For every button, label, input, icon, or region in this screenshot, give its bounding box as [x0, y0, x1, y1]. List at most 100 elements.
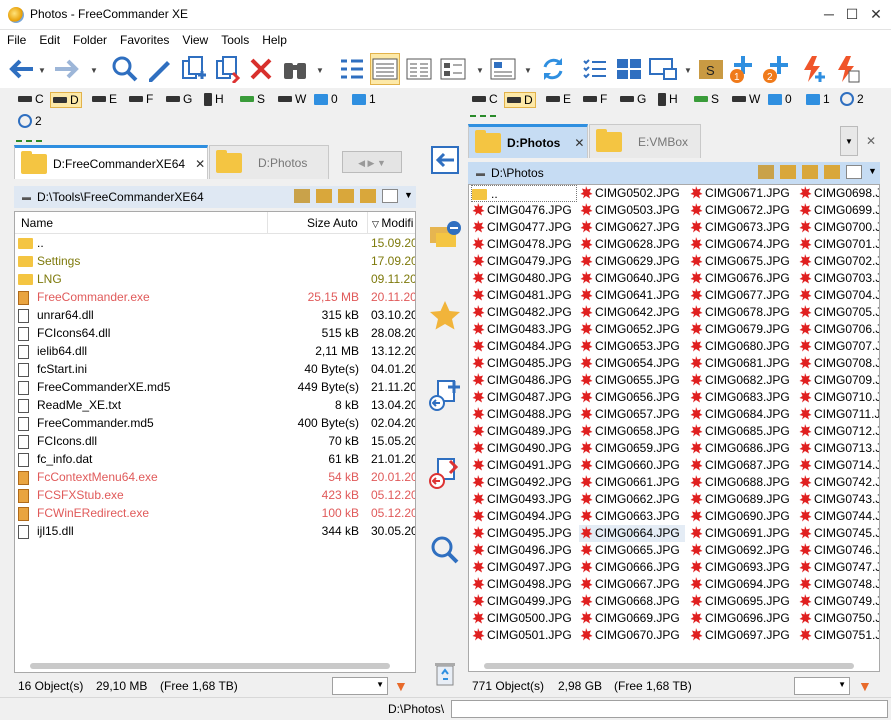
list-item[interactable]: CIMG0653.JPG	[579, 338, 680, 355]
close-tab-icon[interactable]: ✕	[574, 136, 584, 150]
path-expand-icon[interactable]: ▬	[22, 192, 31, 202]
parent-folder-icon[interactable]	[338, 189, 354, 203]
list-item[interactable]: CIMG0671.JPG	[689, 185, 790, 202]
list-item[interactable]: CIMG0487.JPG	[471, 389, 572, 406]
thumbnail-view-icon[interactable]	[438, 53, 468, 85]
list-item[interactable]: CIMG0641.JPG	[579, 287, 680, 304]
list-item[interactable]: CIMG0673.JPG	[689, 219, 790, 236]
copy-path-icon[interactable]	[846, 165, 862, 179]
list-item[interactable]: CIMG0745.JPG	[798, 525, 879, 542]
list-item[interactable]: CIMG0694.JPG	[689, 576, 790, 593]
list-item[interactable]: CIMG0662.JPG	[579, 491, 680, 508]
favorite-folder-icon[interactable]	[316, 189, 332, 203]
copy-path-icon[interactable]	[382, 189, 398, 203]
add-panel-2-icon[interactable]: 2	[762, 53, 792, 85]
layout-dropdown-icon[interactable]: ▼	[524, 66, 532, 75]
menu-file[interactable]: File	[0, 30, 32, 47]
list-item[interactable]: CIMG0667.JPG	[579, 576, 680, 593]
list-item[interactable]: CIMG0654.JPG	[579, 355, 680, 372]
list-item[interactable]: CIMG0493.JPG	[471, 491, 572, 508]
list-item[interactable]: CIMG0680.JPG	[689, 338, 790, 355]
list-item[interactable]: CIMG0698.JPG	[798, 185, 879, 202]
favorites-star-icon[interactable]	[428, 299, 462, 334]
list-item[interactable]: CIMG0640.JPG	[579, 270, 680, 287]
drive-w[interactable]: W	[732, 92, 760, 106]
list-item[interactable]: CIMG0708.JPG	[798, 355, 879, 372]
tab-photos[interactable]: D:Photos ✕	[468, 124, 588, 158]
drive-h[interactable]: H	[658, 92, 678, 106]
right-hscrollbar[interactable]	[484, 663, 854, 669]
tree-view-icon[interactable]	[336, 53, 366, 85]
list-item[interactable]: CIMG0659.JPG	[579, 440, 680, 457]
list-item[interactable]: CIMG0485.JPG	[471, 355, 572, 372]
list-item[interactable]: CIMG0747.JPG	[798, 559, 879, 576]
middle-search-icon[interactable]	[430, 535, 460, 568]
back-dropdown-icon[interactable]: ▼	[38, 66, 46, 75]
list-item[interactable]: CIMG0749.JPG	[798, 593, 879, 610]
drive-c[interactable]: C	[18, 92, 44, 106]
binoculars-icon[interactable]	[280, 53, 310, 85]
drive-w[interactable]: W	[278, 92, 306, 106]
table-row[interactable]: FreeCommander.md5 400 Byte(s) 02.04.20	[15, 414, 415, 432]
list-item[interactable]: CIMG0488.JPG	[471, 406, 572, 423]
left-hscrollbar[interactable]	[30, 663, 390, 669]
list-item[interactable]: CIMG0480.JPG	[471, 270, 572, 287]
tab-freecommander[interactable]: D:FreeCommanderXE64 ✕	[14, 145, 208, 179]
binoculars-dropdown-icon[interactable]: ▼	[316, 66, 324, 75]
list-item[interactable]: CIMG0744.JPG	[798, 508, 879, 525]
column-name[interactable]: Name	[21, 216, 53, 230]
root-folder-icon[interactable]	[824, 165, 840, 179]
tab-scroll-buttons[interactable]: ◀ ▶ ▼	[342, 151, 402, 173]
list-item[interactable]: CIMG0490.JPG	[471, 440, 572, 457]
shell-folder-icon[interactable]: S	[696, 53, 726, 85]
list-item[interactable]: CIMG0707.JPG	[798, 338, 879, 355]
list-item[interactable]: CIMG0687.JPG	[689, 457, 790, 474]
back-arrow-icon[interactable]	[6, 53, 36, 85]
list-item[interactable]: CIMG0672.JPG	[689, 202, 790, 219]
drive-e[interactable]: E	[546, 92, 571, 106]
history-icon[interactable]	[758, 165, 774, 179]
command-line-input[interactable]	[451, 700, 888, 718]
list-item[interactable]: CIMG0678.JPG	[689, 304, 790, 321]
table-row[interactable]: FCWinERedirect.exe 100 kB 05.12.20	[15, 504, 415, 522]
right-path[interactable]: D:\Photos	[491, 166, 544, 180]
list-item[interactable]: CIMG0499.JPG	[471, 593, 572, 610]
menu-view[interactable]: View	[175, 30, 214, 47]
table-row[interactable]: FreeCommander.exe 25,15 MB 20.11.20	[15, 288, 415, 306]
drive-f[interactable]: F	[129, 92, 153, 106]
panels-icon[interactable]	[614, 53, 644, 85]
list-item[interactable]: CIMG0494.JPG	[471, 508, 572, 525]
left-path[interactable]: D:\Tools\FreeCommanderXE64	[37, 190, 204, 204]
list-item[interactable]: CIMG0691.JPG	[689, 525, 790, 542]
list-item[interactable]: CIMG0496.JPG	[471, 542, 572, 559]
forward-arrow-icon[interactable]	[52, 53, 82, 85]
root-folder-icon[interactable]	[360, 189, 376, 203]
path-expand-icon[interactable]: ▬	[476, 168, 485, 178]
list-item[interactable]: CIMG0628.JPG	[579, 236, 680, 253]
list-item[interactable]: CIMG0669.JPG	[579, 610, 680, 627]
list-item[interactable]: CIMG0705.JPG	[798, 304, 879, 321]
quick-file-icon[interactable]	[832, 53, 862, 85]
list-item[interactable]: CIMG0489.JPG	[471, 423, 572, 440]
list-item[interactable]: CIMG0706.JPG	[798, 321, 879, 338]
table-row[interactable]: FCSFXStub.exe 423 kB 05.12.20	[15, 486, 415, 504]
list-item[interactable]: CIMG0701.JPG	[798, 236, 879, 253]
maximize-button[interactable]: ☐	[840, 4, 864, 24]
list-item[interactable]: CIMG0681.JPG	[689, 355, 790, 372]
drive-g[interactable]: G	[166, 92, 192, 106]
list-item[interactable]: CIMG0495.JPG	[471, 525, 572, 542]
list-item[interactable]: CIMG0713.JPG	[798, 440, 879, 457]
list-item[interactable]: CIMG0743.JPG	[798, 491, 879, 508]
right-filter-combo[interactable]: ▼	[794, 677, 850, 695]
drive-c[interactable]: C	[472, 92, 498, 106]
list-view-icon[interactable]	[404, 53, 434, 85]
list-item[interactable]: CIMG0689.JPG	[689, 491, 790, 508]
list-item[interactable]: CIMG0497.JPG	[471, 559, 572, 576]
list-item[interactable]: CIMG0652.JPG	[579, 321, 680, 338]
list-item[interactable]: CIMG0751.JPG	[798, 627, 879, 644]
list-item[interactable]: CIMG0665.JPG	[579, 542, 680, 559]
list-item[interactable]: CIMG0679.JPG	[689, 321, 790, 338]
tab-vmbox[interactable]: E:VMBox	[589, 124, 701, 158]
add-panel-1-icon[interactable]: 1	[728, 53, 758, 85]
table-row[interactable]: FreeCommanderXE.md5 449 Byte(s) 21.11.20	[15, 378, 415, 396]
